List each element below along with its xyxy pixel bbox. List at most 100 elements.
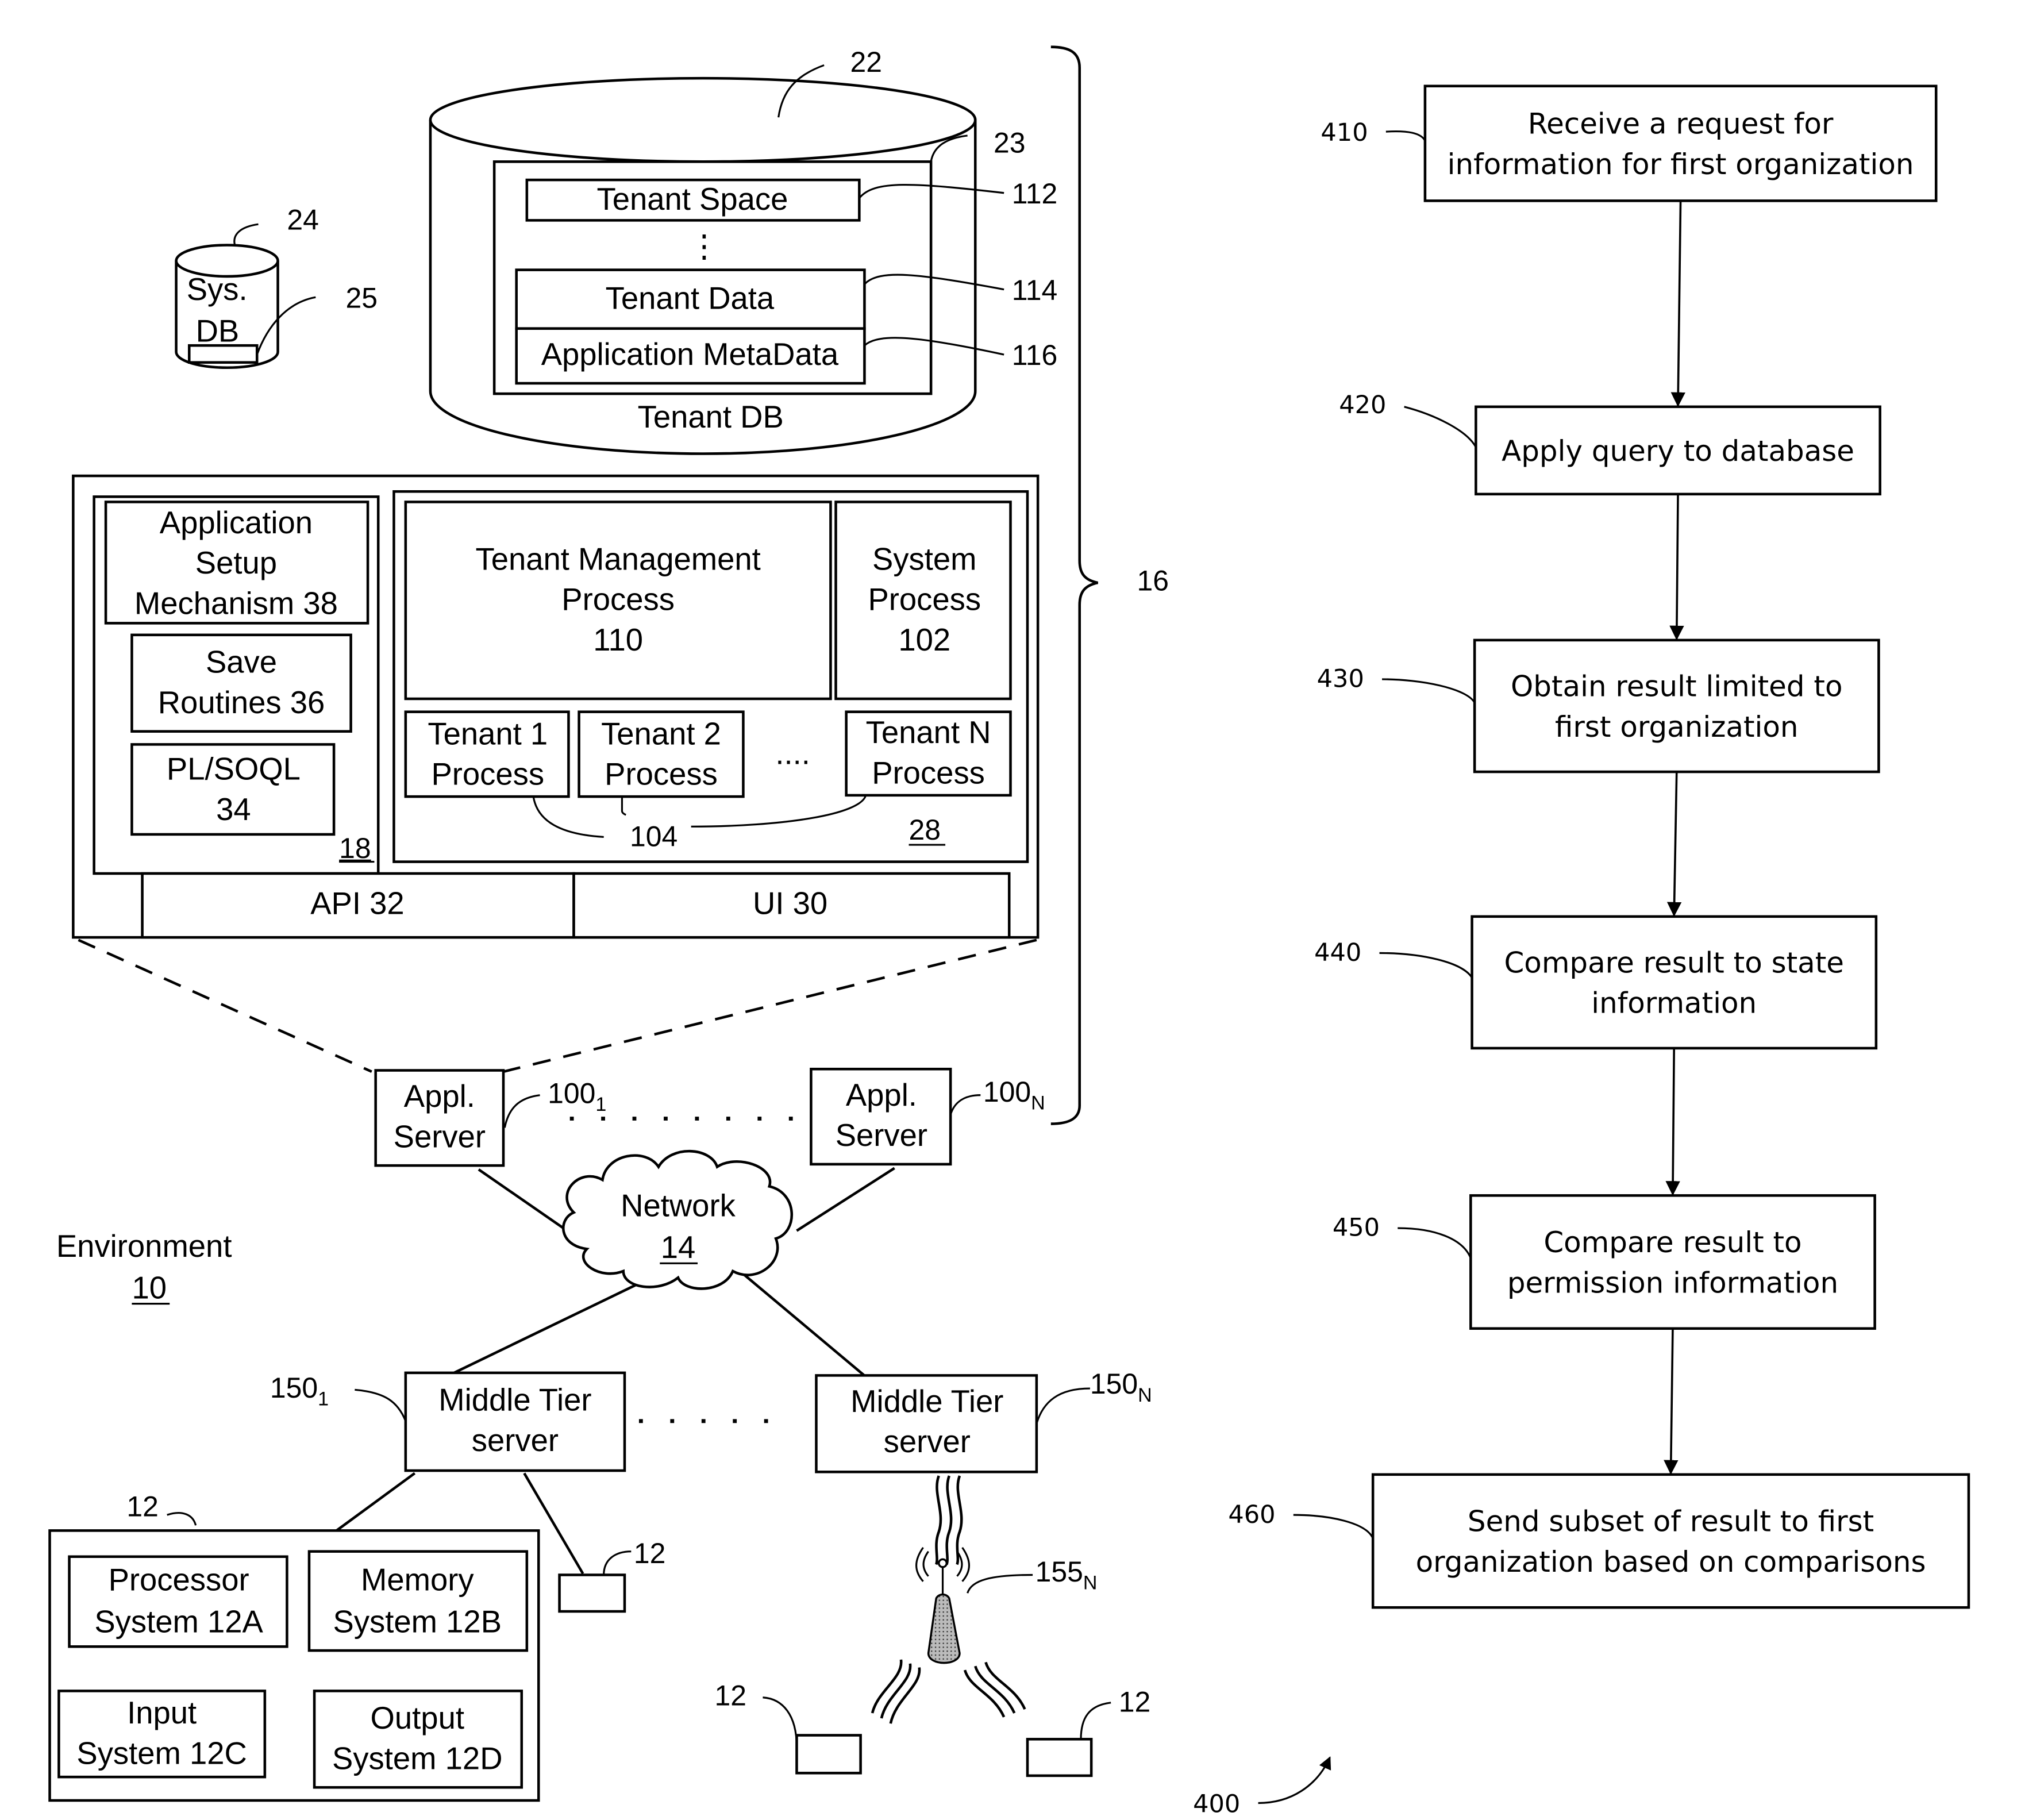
network-label: Network: [621, 1188, 736, 1223]
process-space-ref: 28: [909, 814, 941, 846]
tenant-db-cylinder: 22 23 Tenant Space 112 ⋮ Tenant Data 114…: [429, 46, 1058, 455]
tenant2-line1: Tenant 2: [601, 716, 721, 751]
flowchart-ref: 400: [1193, 1756, 1331, 1818]
ui-label: UI 30: [753, 886, 827, 921]
network-cloud: Network 14: [448, 1149, 895, 1378]
flow-step-text: information for first organization: [1448, 148, 1914, 181]
wireless-device-right: 12: [1026, 1686, 1151, 1777]
flow-step-leader: [1382, 678, 1476, 703]
flow-arrow: [1664, 1328, 1679, 1475]
middle-tier-N-line1: Middle Tier: [850, 1384, 1003, 1419]
device-right-ref: 12: [1119, 1686, 1151, 1718]
wireless-wave-right: [963, 1661, 1026, 1718]
flow-step-leader: [1293, 1514, 1374, 1539]
plsoql-line1: PL/SOQL: [167, 752, 301, 787]
flow-step-text: Compare result to: [1543, 1226, 1801, 1259]
flow-step-410: Receive a request for information for fir…: [1321, 84, 1938, 202]
flow-arrow: [1670, 201, 1686, 407]
flowchart-ref-label: 400: [1193, 1790, 1240, 1818]
sys-db-inner-ref: 25: [346, 282, 378, 314]
flow-step-text: first organization: [1555, 710, 1799, 744]
tenant-data-label: Tenant Data: [606, 281, 775, 316]
app-server-1-line1: Appl.: [404, 1079, 475, 1114]
system-db-cylinder: Sys. DB 24 25: [175, 203, 378, 370]
flow-arrow: [1665, 1048, 1680, 1196]
sys-db-inner-record: [187, 344, 259, 364]
tenant-space-label: Tenant Space: [596, 182, 788, 217]
middle-tier-server-1: Middle Tier server 1501: [270, 1371, 626, 1472]
sys-db-label-line2: DB: [196, 313, 240, 348]
save-routines-line1: Save: [206, 645, 277, 680]
environment-ref: 10: [132, 1271, 167, 1306]
flow-step-box: [1423, 84, 1938, 202]
user-system-ref: 12: [126, 1490, 159, 1522]
wireless-device-left: 12: [715, 1679, 862, 1775]
app-server-1-ref: 1001: [548, 1077, 606, 1115]
environment-label: Environment: [56, 1229, 232, 1264]
tenant-db-label: Tenant DB: [638, 399, 784, 434]
zoom-line-right: [503, 938, 1037, 1073]
flow-step-text: permission information: [1507, 1266, 1838, 1299]
flow-step-430: Obtain result limited to first organizati…: [1317, 638, 1880, 774]
wireless-wave-left: [871, 1659, 921, 1724]
app-server-N-ref: 100N: [983, 1076, 1045, 1114]
flow-step-box: [1470, 915, 1878, 1050]
tenant-db-ref: 22: [850, 46, 882, 78]
system-brace: 16: [1050, 45, 1169, 1125]
flow-step-text: Receive a request for: [1528, 107, 1834, 141]
middle-tier-N-line2: server: [884, 1424, 971, 1459]
flow-step-leader: [1404, 406, 1477, 448]
wireless-tower-icon: 155N: [915, 1546, 1098, 1664]
processor-line2: System 12A: [94, 1604, 263, 1639]
flowchart: Receive a request for information for fir…: [1228, 84, 1970, 1609]
flow-step-text: Apply query to database: [1502, 434, 1854, 468]
flow-step-ref: 430: [1317, 665, 1364, 694]
output-line2: System 12D: [332, 1741, 502, 1776]
flow-step-ref: 460: [1228, 1500, 1275, 1529]
small-device: 12: [558, 1537, 665, 1613]
app-metadata-ref: 116: [1012, 339, 1058, 371]
flow-step-460: Send subset of result to first organizati…: [1228, 1473, 1970, 1609]
save-routines-line2: Routines 36: [158, 685, 325, 720]
tenant-process-ref: 104: [630, 820, 677, 852]
system-process-line2: Process: [868, 582, 981, 617]
system-process-line1: System: [872, 541, 977, 576]
system-process-line3: 102: [898, 622, 950, 657]
flow-step-text: Send subset of result to first: [1468, 1505, 1874, 1538]
flow-step-box: [1371, 1473, 1970, 1609]
middle-tier-N-ref: 150N: [1090, 1368, 1152, 1406]
tower-ref: 155N: [1035, 1556, 1098, 1594]
app-setup-line3: Mechanism 38: [134, 586, 338, 621]
app-server-detail: Application Setup Mechanism 38 Save Rout…: [72, 474, 1040, 939]
tenant-data-ref: 114: [1012, 274, 1058, 306]
app-setup-line2: Setup: [195, 545, 277, 580]
flow-step-box: [1469, 1194, 1876, 1330]
flow-step-leader: [1385, 130, 1426, 141]
memory-line1: Memory: [361, 1563, 474, 1598]
flow-step-text: Compare result to state: [1504, 946, 1844, 979]
input-line1: Input: [127, 1695, 197, 1730]
app-setup-line1: Application: [160, 505, 313, 540]
tenant-mgmt-line1: Tenant Management: [475, 541, 760, 576]
tenantN-line2: Process: [872, 755, 985, 790]
middle-tier-1-line1: Middle Tier: [438, 1383, 591, 1418]
flow-step-text: organization based on comparisons: [1416, 1545, 1926, 1579]
flow-arrow: [1669, 494, 1684, 641]
flow-step-box: [1473, 638, 1880, 774]
patent-figure: 22 23 Tenant Space 112 ⋮ Tenant Data 114…: [48, 45, 1970, 1818]
tenant-mgmt-line3: 110: [593, 622, 643, 657]
tenant-storage-ref: 23: [994, 126, 1026, 159]
memory-line2: System 12B: [333, 1604, 502, 1639]
network-ref: 14: [661, 1230, 696, 1265]
processor-line1: Processor: [109, 1563, 249, 1598]
app-server-N: Appl. Server 100N: [810, 1068, 1045, 1166]
flow-step-text: information: [1591, 987, 1757, 1020]
flow-step-ref: 410: [1321, 118, 1368, 147]
app-server-1-line2: Server: [394, 1119, 486, 1154]
tenant1-line2: Process: [431, 757, 544, 792]
tenant1-line1: Tenant 1: [428, 716, 548, 751]
flow-step-ref: 450: [1333, 1214, 1380, 1242]
tenant-space-ellipsis: ⋮: [688, 229, 719, 264]
flow-step-text: Obtain result limited to: [1511, 669, 1842, 703]
app-platform-ref: 18: [339, 832, 371, 864]
